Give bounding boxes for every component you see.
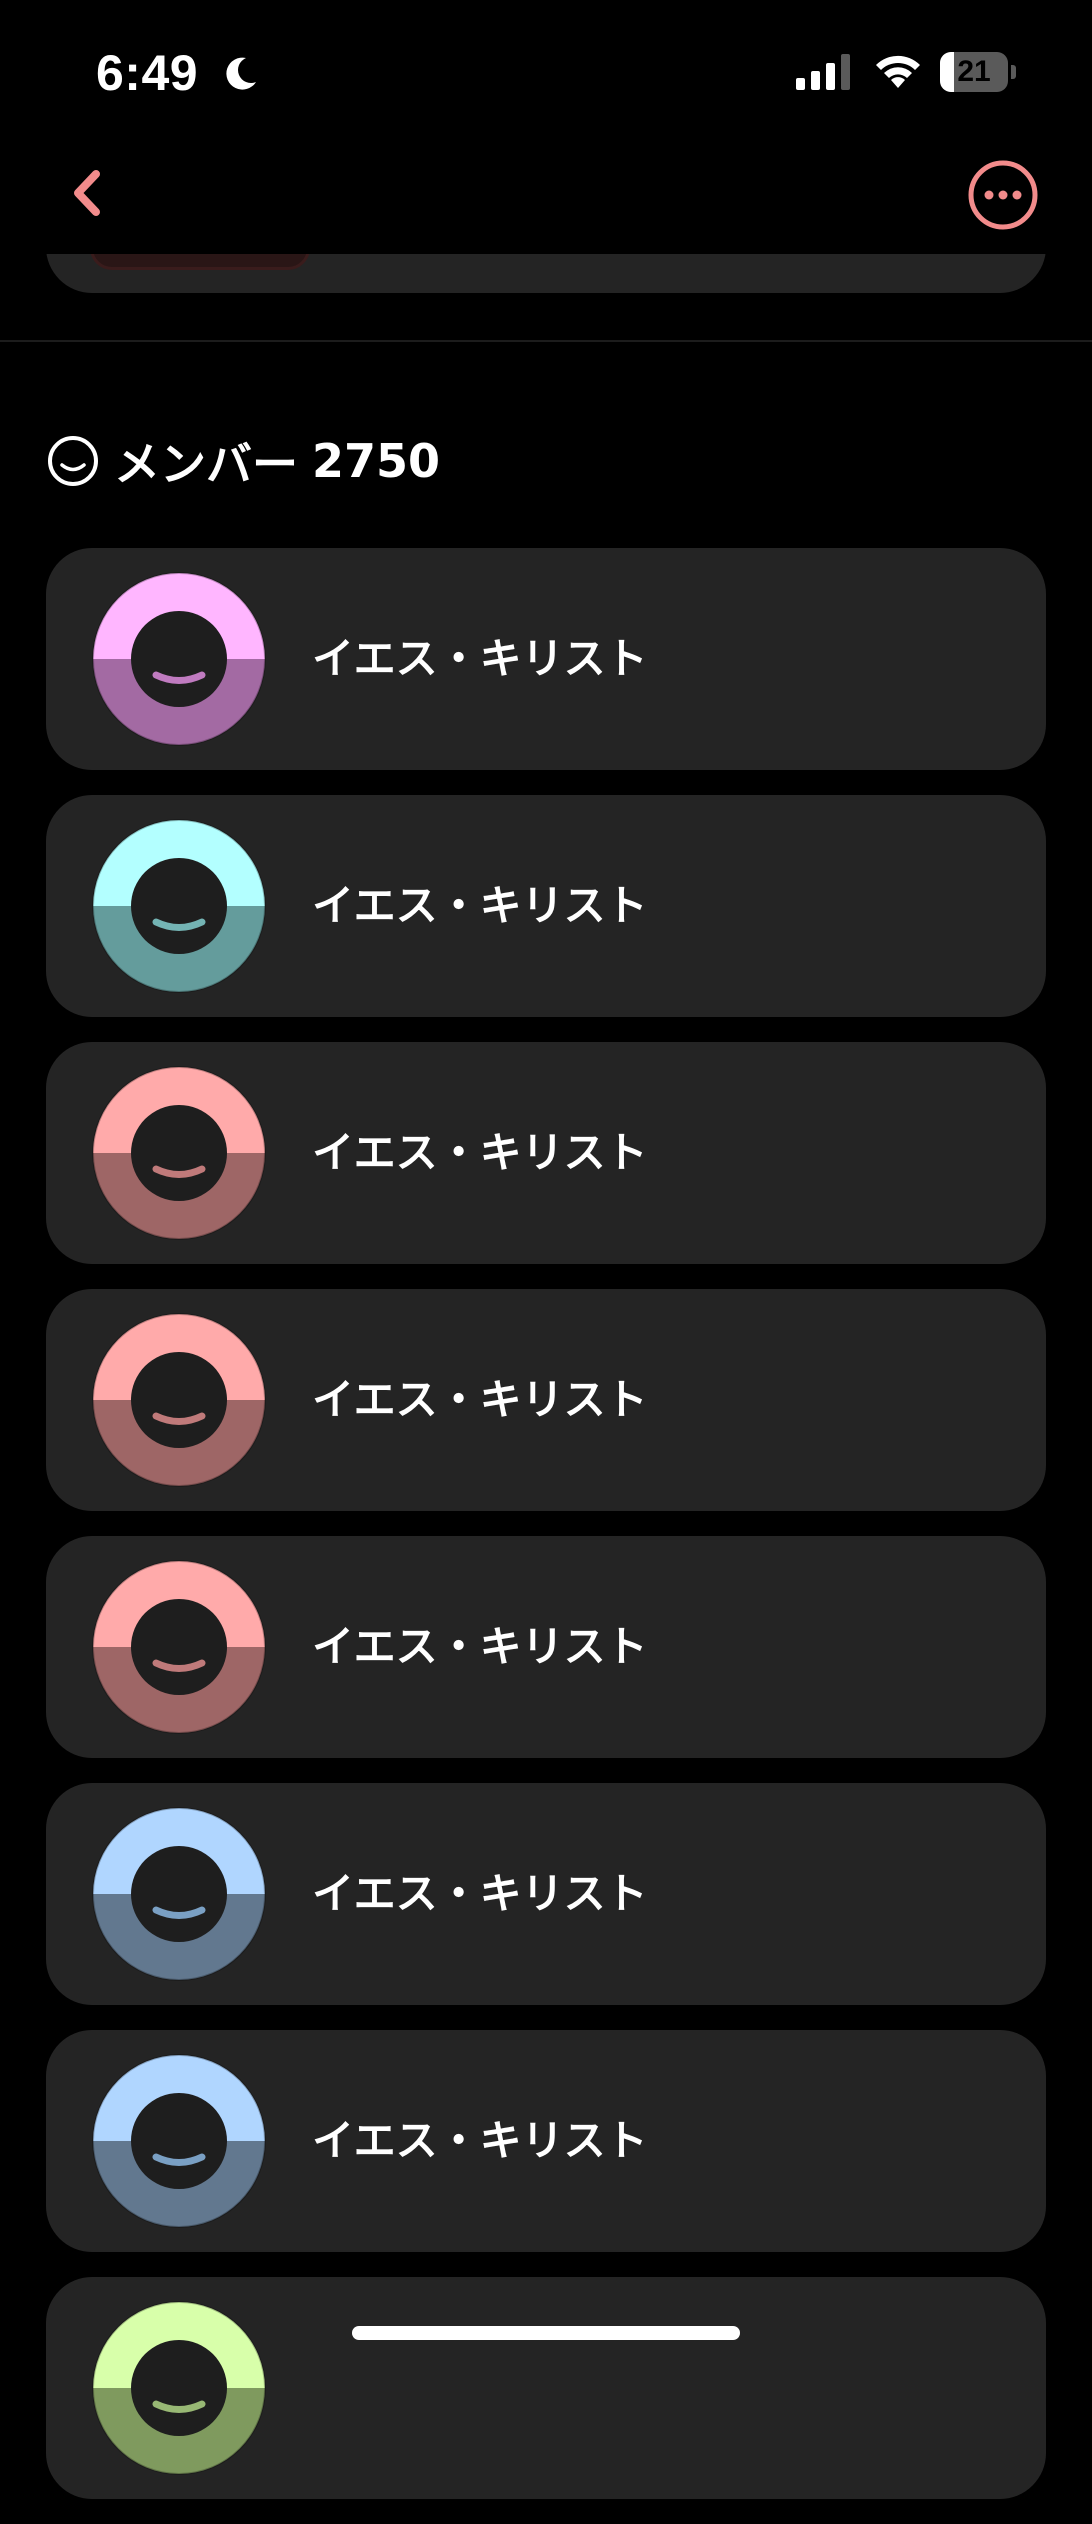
- member-card[interactable]: イエス・キリスト: [46, 1783, 1046, 2005]
- member-card[interactable]: イエス・キリスト: [46, 1289, 1046, 1511]
- avatar: [92, 1066, 266, 1240]
- member-name: イエス・キリスト: [312, 881, 648, 930]
- chevron-left-icon[interactable]: [58, 158, 122, 228]
- member-name: イエス・キリスト: [312, 1128, 648, 1177]
- status-bar: 6:49 21: [0, 0, 1092, 140]
- moon-icon: [226, 57, 256, 90]
- section-title: メンバー: [114, 437, 298, 491]
- wifi-icon: [876, 55, 920, 88]
- avatar: [92, 2054, 266, 2228]
- member-card[interactable]: イエス・キリスト: [46, 548, 1046, 770]
- member-card[interactable]: イエス・キリスト: [46, 2030, 1046, 2252]
- member-card[interactable]: イエス・キリスト: [46, 1536, 1046, 1758]
- member-name: イエス・キリスト: [312, 1869, 648, 1918]
- battery-cap: [1011, 65, 1016, 79]
- nav-bar: [0, 140, 1092, 254]
- avatar: [92, 1807, 266, 1981]
- member-name: イエス・キリスト: [312, 634, 648, 683]
- avatar: [92, 819, 266, 993]
- divider: [0, 340, 1092, 342]
- members-section-header: メンバー 2750: [46, 430, 440, 492]
- avatar: [92, 572, 266, 746]
- avatar: [92, 1313, 266, 1487]
- member-name: イエス・キリスト: [312, 1375, 648, 1424]
- battery-body: 21: [940, 52, 1008, 92]
- cellular-signal-icon: [796, 54, 850, 90]
- battery-level: 21: [957, 55, 991, 88]
- member-name: イエス・キリスト: [312, 2116, 648, 2165]
- smile-face-icon: [48, 436, 98, 486]
- member-card[interactable]: イエス・キリスト: [46, 1042, 1046, 1264]
- status-time: 6:49: [96, 45, 199, 101]
- ellipsis-circle-icon[interactable]: [966, 158, 1040, 232]
- member-card[interactable]: [46, 2277, 1046, 2499]
- home-indicator[interactable]: [352, 2326, 740, 2340]
- member-list: イエス・キリスト イエス・キリスト イエス・キリスト イエス・キリスト イエス・キリスト…: [46, 548, 1046, 2524]
- member-card[interactable]: イエス・キリスト: [46, 795, 1046, 1017]
- member-name: イエス・キリスト: [312, 1622, 648, 1671]
- avatar: [92, 1560, 266, 1734]
- member-count: 2750: [312, 434, 441, 488]
- battery-icon: 21: [940, 52, 1016, 92]
- avatar: [92, 2301, 266, 2475]
